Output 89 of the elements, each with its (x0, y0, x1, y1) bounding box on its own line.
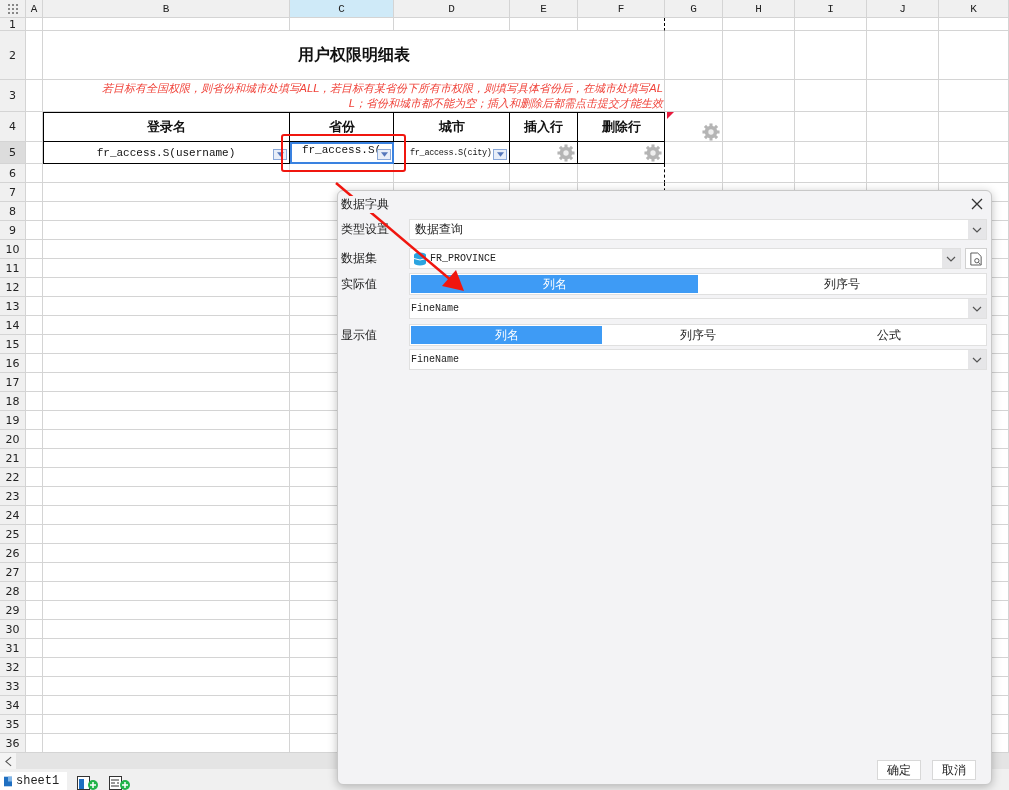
table-cell[interactable]: fr_access.S(city) (394, 142, 510, 164)
database-icon (414, 251, 426, 266)
add-form-icon[interactable] (109, 776, 132, 790)
add-sheet-icon[interactable] (77, 776, 100, 790)
field-label: 实际值 (341, 275, 378, 293)
ok-button[interactable]: 确定 (877, 760, 921, 780)
dialog-title: 数据字典 (341, 195, 391, 213)
column-header[interactable]: A (26, 0, 43, 18)
dataset-dropdown[interactable]: FR_PROVINCE (409, 248, 961, 269)
column-header[interactable]: K (939, 0, 1009, 18)
document-search-icon (970, 251, 982, 266)
sheet-tab[interactable]: sheet1 (0, 772, 68, 790)
table-cell[interactable] (578, 142, 665, 164)
instruction-note: 若目标有全国权限，则省份和城市处填写ALL，若目标有某省份下所有市权限，则填写具体省份后，在城市处填写AL L；省份和城市都不能为空；插入和删除后都需点击提交才能生效 (101, 80, 663, 111)
row-number[interactable]: 29 (0, 601, 26, 620)
column-header[interactable]: D (394, 0, 510, 18)
row-number[interactable]: 19 (0, 411, 26, 430)
row-number[interactable]: 31 (0, 639, 26, 658)
dropdown-button[interactable] (493, 149, 507, 160)
column-header[interactable]: G (665, 0, 723, 18)
triangle-icon (496, 152, 504, 157)
row-number[interactable]: 15 (0, 335, 26, 354)
row-number[interactable]: 36 (0, 734, 26, 753)
column-header-cell: 删除行 (601, 117, 641, 136)
field-label: 数据集 (341, 250, 378, 267)
comment-marker (667, 112, 674, 119)
column-dropdown[interactable]: FineName (409, 298, 987, 319)
row-number[interactable]: 33 (0, 677, 26, 696)
row-number[interactable]: 18 (0, 392, 26, 411)
select-all-icon[interactable] (7, 3, 18, 14)
preview-button[interactable] (965, 248, 987, 269)
dropdown-button[interactable] (377, 149, 391, 160)
table-cell[interactable] (510, 142, 578, 164)
column-header[interactable]: B (43, 0, 290, 18)
scroll-left-icon[interactable] (4, 755, 12, 767)
row-number[interactable]: 21 (0, 449, 26, 468)
row-number[interactable]: 5 (0, 142, 26, 164)
column-dropdown[interactable]: FineName (409, 349, 987, 370)
row-number[interactable]: 10 (0, 240, 26, 259)
column-header-cell: 省份 (328, 117, 355, 136)
column-header-cell: 插入行 (524, 117, 563, 136)
gear-icon[interactable] (644, 144, 662, 162)
row-number[interactable]: 13 (0, 297, 26, 316)
column-header-cell: 城市 (438, 117, 465, 136)
row-number[interactable]: 4 (0, 112, 26, 142)
report-title: 用户权限明细表 (297, 44, 410, 66)
row-number[interactable]: 24 (0, 506, 26, 525)
row-number[interactable]: 6 (0, 164, 26, 183)
close-button[interactable] (971, 198, 983, 210)
row-number[interactable]: 30 (0, 620, 26, 639)
column-header[interactable]: E (510, 0, 578, 18)
row-number[interactable]: 22 (0, 468, 26, 487)
column-header[interactable]: F (578, 0, 665, 18)
row-number[interactable]: 23 (0, 487, 26, 506)
row-number[interactable]: 26 (0, 544, 26, 563)
field-label: 显示值 (341, 326, 378, 344)
row-number[interactable]: 8 (0, 202, 26, 221)
column-header[interactable]: C (290, 0, 394, 18)
table-cell[interactable]: fr_access.S( (290, 142, 394, 164)
row-number[interactable]: 9 (0, 221, 26, 240)
row-number[interactable]: 12 (0, 278, 26, 297)
row-number[interactable]: 32 (0, 658, 26, 677)
column-header[interactable]: H (723, 0, 795, 18)
type-dropdown[interactable]: 数据查询 (409, 219, 987, 240)
column-header[interactable]: J (867, 0, 939, 18)
row-number[interactable]: 27 (0, 563, 26, 582)
gear-icon[interactable] (557, 144, 575, 162)
row-number[interactable]: 34 (0, 696, 26, 715)
row-number[interactable]: 11 (0, 259, 26, 278)
row-number[interactable]: 14 (0, 316, 26, 335)
row-number[interactable]: 1 (0, 18, 26, 31)
row-number[interactable]: 3 (0, 80, 26, 112)
row-number[interactable]: 17 (0, 373, 26, 392)
triangle-icon (380, 152, 388, 157)
row-number[interactable]: 28 (0, 582, 26, 601)
column-header-cell: 登录名 (146, 117, 186, 136)
row-number[interactable]: 35 (0, 715, 26, 734)
row-number[interactable]: 20 (0, 430, 26, 449)
column-header[interactable]: I (795, 0, 867, 18)
row-number[interactable]: 25 (0, 525, 26, 544)
cancel-button[interactable]: 取消 (932, 760, 976, 780)
sheet-icon (4, 775, 12, 787)
gear-icon[interactable] (702, 123, 720, 141)
dropdown-button[interactable] (273, 149, 287, 160)
triangle-icon (276, 152, 284, 157)
table-cell[interactable]: fr_access.S(username) (43, 142, 290, 164)
row-number[interactable]: 16 (0, 354, 26, 373)
row-number[interactable]: 7 (0, 183, 26, 202)
row-number[interactable]: 2 (0, 31, 26, 80)
